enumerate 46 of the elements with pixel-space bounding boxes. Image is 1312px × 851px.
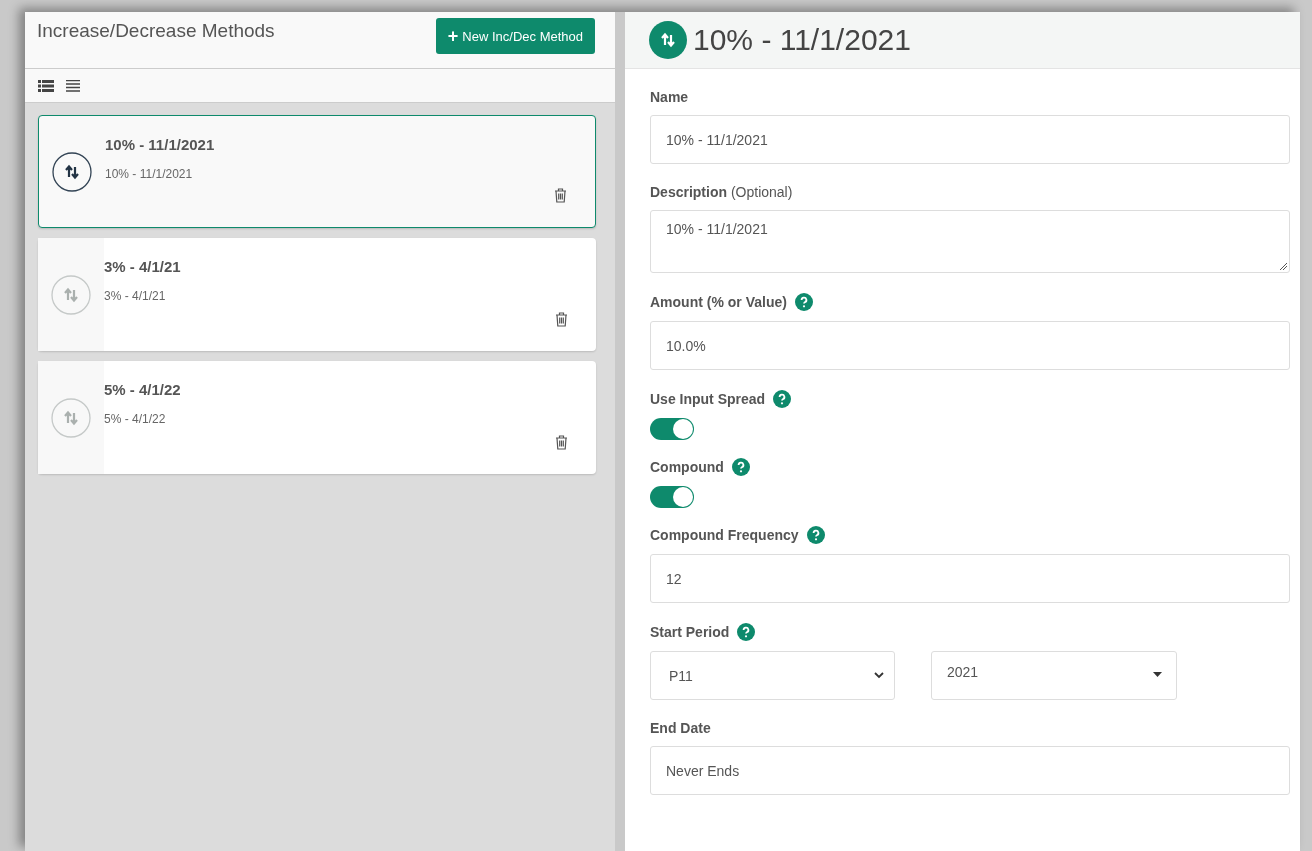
trash-icon[interactable]	[555, 435, 568, 450]
text-field[interactable]: 12	[650, 554, 1290, 603]
toggle-switch[interactable]	[650, 418, 694, 440]
arrows-icon	[51, 397, 91, 438]
method-title: 3% - 4/1/21	[104, 258, 181, 275]
field-label: Amount (% or Value)	[650, 294, 787, 310]
help-icon[interactable]	[773, 390, 792, 408]
field-label: Compound Frequency	[650, 527, 799, 543]
method-subtitle: 5% - 4/1/22	[104, 412, 166, 426]
arrows-icon	[52, 151, 92, 192]
dropdown[interactable]: 2021	[931, 651, 1177, 700]
field-label: Compound	[650, 459, 724, 475]
field-label: Start Period	[650, 624, 730, 640]
field-label: Use Input Spread	[650, 391, 766, 407]
resize-grip-icon[interactable]	[1279, 262, 1287, 270]
detail-list-icon[interactable]	[38, 79, 54, 92]
method-title: 5% - 4/1/22	[104, 381, 181, 398]
method-title: 10% - 11/1/2021	[105, 136, 215, 153]
chevron-icon	[874, 672, 884, 679]
toggle-switch[interactable]	[650, 486, 694, 508]
text-field[interactable]: 10.0%	[650, 321, 1290, 370]
caret-icon	[1153, 672, 1162, 677]
text-field[interactable]: 10% - 11/1/2021	[650, 115, 1290, 164]
text-area[interactable]: 10% - 11/1/2021	[650, 210, 1290, 273]
trash-icon[interactable]	[555, 312, 568, 327]
help-icon[interactable]	[806, 526, 825, 544]
trash-icon[interactable]	[554, 188, 567, 203]
field-label: End Date	[650, 720, 711, 736]
field-label: Description (Optional)	[650, 184, 793, 200]
help-icon[interactable]	[731, 458, 750, 476]
new-method-button[interactable]: + New Inc/Dec Method	[435, 18, 595, 54]
dropdown[interactable]: P11	[650, 651, 895, 700]
help-icon[interactable]	[794, 293, 813, 311]
field-label: Name	[650, 89, 689, 105]
method-card[interactable]: 5% - 4/1/22 5% - 4/1/22	[38, 361, 596, 474]
list-icon[interactable]	[66, 79, 80, 92]
arrows-icon	[649, 21, 687, 59]
help-icon[interactable]	[737, 623, 756, 641]
text-field[interactable]: Never Ends	[650, 746, 1290, 795]
method-subtitle: 10% - 11/1/2021	[105, 167, 193, 181]
panel-title: Increase/Decrease Methods	[37, 20, 275, 42]
method-subtitle: 3% - 4/1/21	[104, 289, 166, 303]
method-card[interactable]: 10% - 11/1/2021 10% - 11/1/2021	[38, 115, 596, 228]
method-card[interactable]: 3% - 4/1/21 3% - 4/1/21	[38, 238, 596, 351]
arrows-icon	[51, 274, 91, 315]
detail-title: 10% - 11/1/2021	[693, 23, 911, 57]
